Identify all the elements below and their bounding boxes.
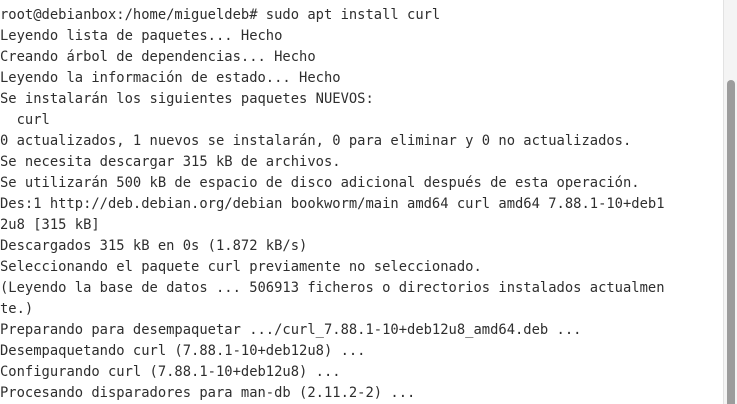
output-line: te.) — [0, 301, 34, 317]
output-line: Se instalarán los siguientes paquetes NU… — [0, 91, 374, 107]
output-line: (Leyendo la base de datos ... 506913 fic… — [0, 280, 665, 296]
output-line: Se utilizarán 500 kB de espacio de disco… — [0, 175, 640, 191]
output-line: Se necesita descargar 315 kB de archivos… — [0, 154, 341, 170]
output-line: 0 actualizados, 1 nuevos se instalarán, … — [0, 133, 632, 149]
output-line: Desempaquetando curl (7.88.1-10+deb12u8)… — [0, 343, 366, 359]
output-line: Preparando para desempaquetar .../curl_7… — [0, 322, 582, 338]
output-line: 2u8 [315 kB] — [0, 217, 100, 233]
command-prompt-line: root@debianbox:/home/migueldeb# sudo apt… — [0, 7, 441, 23]
output-line: Configurando curl (7.88.1-10+deb12u8) ..… — [0, 364, 341, 380]
terminal-lines: root@debianbox:/home/migueldeb# sudo apt… — [0, 0, 722, 404]
terminal-output[interactable]: root@debianbox:/home/migueldeb# sudo apt… — [0, 0, 722, 404]
output-line: Descargados 315 kB en 0s (1.872 kB/s) — [0, 238, 308, 254]
output-line: Leyendo la información de estado... Hech… — [0, 70, 341, 86]
output-line: Seleccionando el paquete curl previament… — [0, 259, 482, 275]
output-line: Procesando disparadores para man-db (2.1… — [0, 385, 416, 401]
terminal-window[interactable]: root@debianbox:/home/migueldeb# sudo apt… — [0, 0, 737, 404]
output-line: Leyendo lista de paquetes... Hecho — [0, 28, 283, 44]
output-line: Creando árbol de dependencias... Hecho — [0, 49, 316, 65]
vertical-scrollbar[interactable] — [723, 0, 737, 404]
scrollbar-thumb[interactable] — [727, 80, 735, 404]
output-line: curl — [0, 112, 50, 128]
output-line: Des:1 http://deb.debian.org/debian bookw… — [0, 196, 665, 212]
